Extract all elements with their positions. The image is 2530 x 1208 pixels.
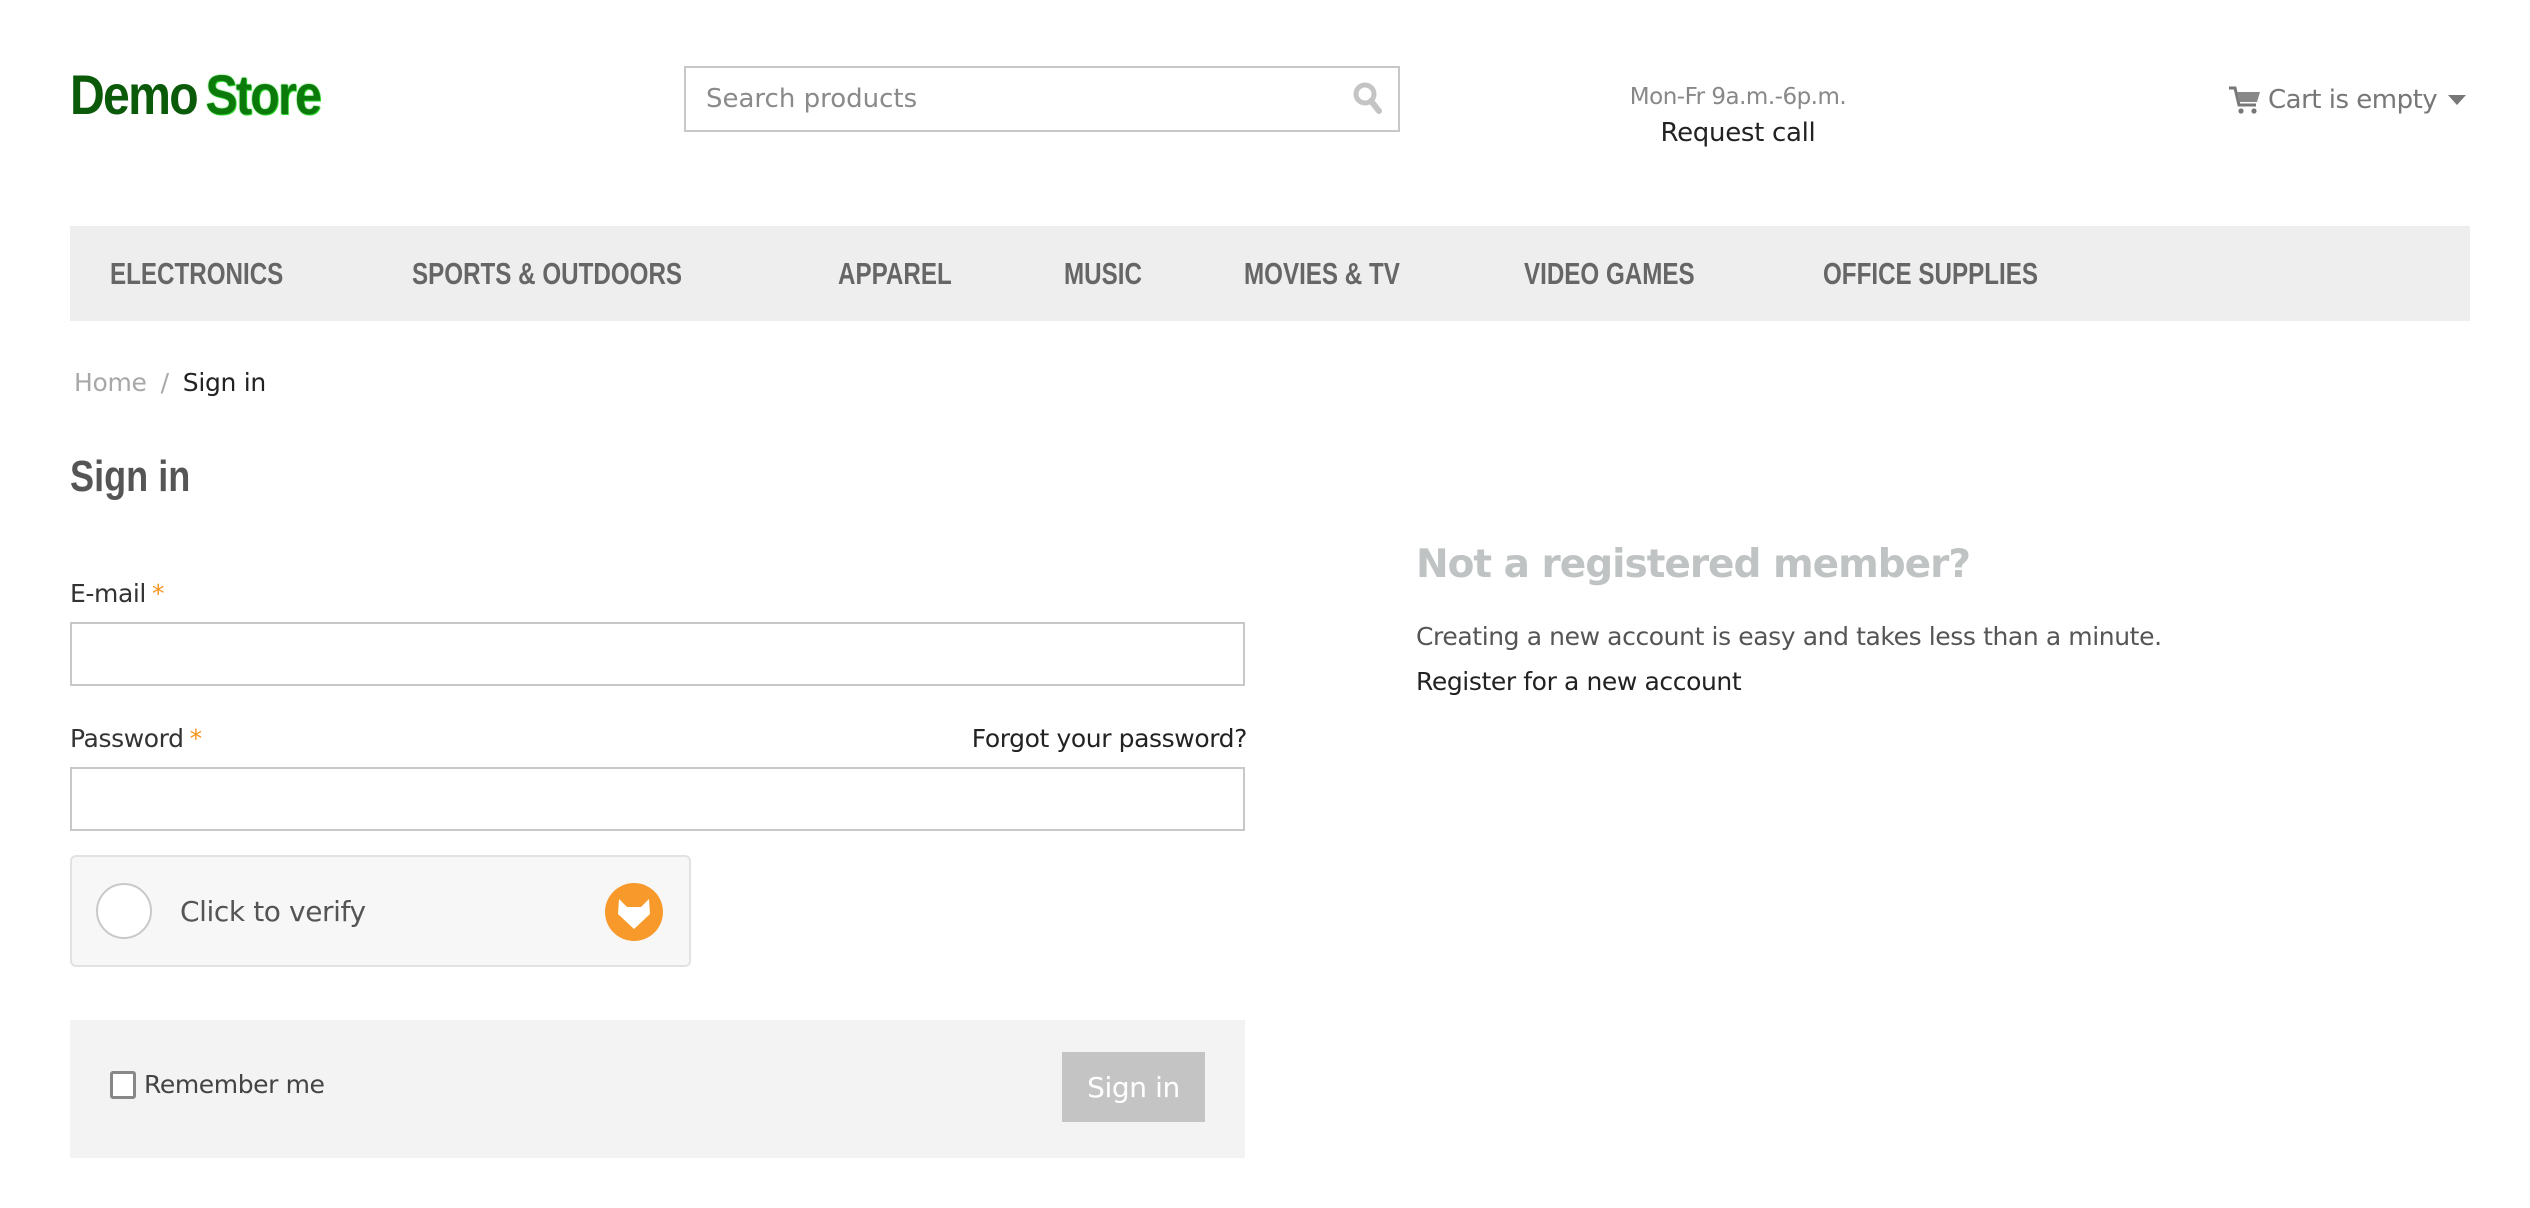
nav-item-video-games[interactable]: VIDEO GAMES [1524, 256, 1695, 292]
password-label-text: Password [70, 724, 184, 753]
search-input[interactable] [686, 68, 1338, 130]
breadcrumb-home[interactable]: Home [74, 368, 147, 397]
cart-dropdown[interactable]: Cart is empty [2228, 80, 2467, 120]
breadcrumb-current: Sign in [182, 368, 266, 397]
sign-in-button[interactable]: Sign in [1062, 1052, 1205, 1122]
breadcrumb-separator: / [160, 368, 169, 397]
captcha-checkbox[interactable] [96, 883, 152, 939]
email-label-text: E-mail [70, 579, 146, 608]
nav-item-sports-outdoors[interactable]: SPORTS & OUTDOORS [412, 256, 682, 292]
email-label: E-mail * [70, 579, 164, 608]
store-logo[interactable]: Demo Store [70, 62, 322, 126]
password-label: Password * [70, 724, 202, 753]
nav-item-apparel[interactable]: APPAREL [838, 256, 952, 292]
required-marker: * [189, 724, 203, 753]
password-field[interactable] [70, 767, 1245, 831]
cart-label: Cart is empty [2268, 85, 2438, 115]
search-box [684, 66, 1400, 132]
caret-down-icon [2448, 95, 2467, 105]
captcha-label[interactable]: Click to verify [180, 895, 366, 928]
remember-me-checkbox[interactable]: Remember me [110, 1070, 325, 1099]
submit-panel: Remember me Sign in [70, 1020, 1245, 1158]
breadcrumb: Home / Sign in [74, 368, 266, 397]
search-button[interactable] [1338, 68, 1398, 130]
page-title: Sign in [70, 452, 191, 501]
logo-store-text: Store [205, 62, 322, 126]
category-nav: ELECTRONICS SPORTS & OUTDOORS APPAREL MU… [70, 226, 2470, 321]
email-field[interactable] [70, 622, 1245, 686]
nav-item-electronics[interactable]: ELECTRONICS [110, 256, 283, 292]
checkbox-box[interactable] [110, 1070, 136, 1099]
cart-icon [2229, 86, 2260, 114]
required-marker: * [151, 579, 165, 608]
register-heading: Not a registered member? [1416, 542, 1971, 587]
register-link[interactable]: Register for a new account [1416, 667, 1742, 696]
request-call-link[interactable]: Request call [1620, 118, 1856, 148]
fox-logo-icon [605, 883, 663, 941]
register-description: Creating a new account is easy and takes… [1416, 622, 2162, 651]
nav-item-movies-tv[interactable]: MOVIES & TV [1244, 256, 1400, 292]
search-icon [1353, 82, 1382, 114]
logo-demo-text: Demo [70, 62, 199, 126]
forgot-password-link[interactable]: Forgot your password? [972, 724, 1248, 753]
nav-item-office-supplies[interactable]: OFFICE SUPPLIES [1823, 256, 2038, 292]
captcha-widget: Click to verify [70, 855, 691, 967]
nav-item-music[interactable]: MUSIC [1064, 256, 1142, 292]
business-hours: Mon-Fr 9a.m.-6p.m. [1629, 84, 1847, 110]
remember-me-label: Remember me [144, 1070, 325, 1099]
